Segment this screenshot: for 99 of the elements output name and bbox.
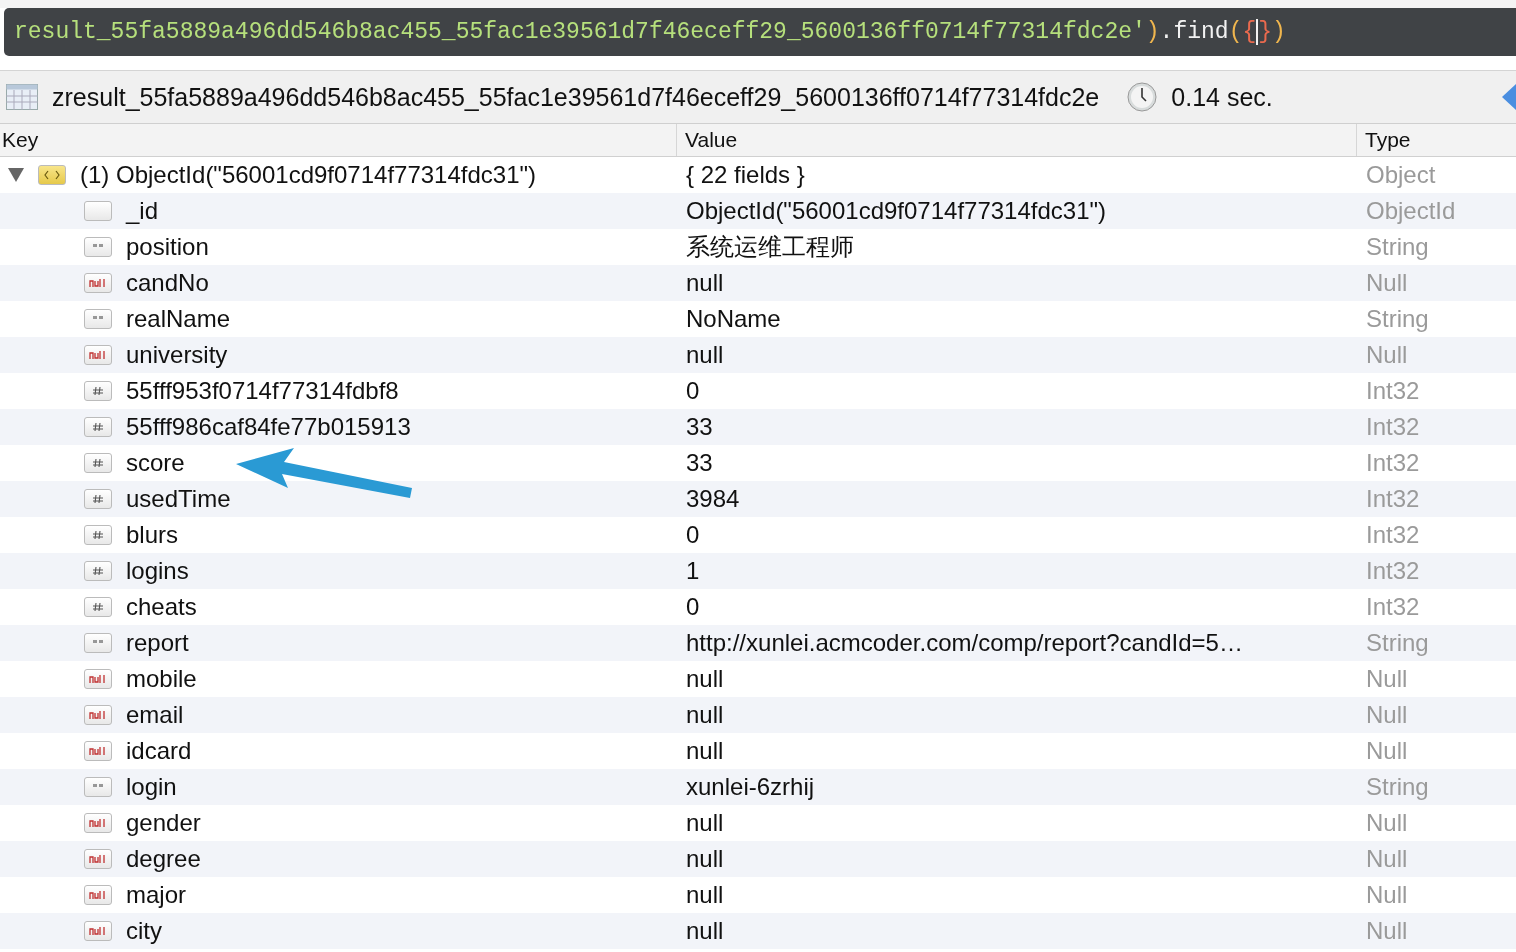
value-text: { 22 fields }: [686, 161, 805, 188]
query-time: 0.14 sec.: [1171, 82, 1273, 112]
type-text: Null: [1366, 341, 1408, 368]
quotes-icon: [84, 633, 112, 653]
type-text: Null: [1366, 917, 1408, 944]
value-text: null: [686, 269, 724, 296]
value-text: xunlei-6zrhij: [686, 773, 815, 800]
value-text: null: [686, 665, 724, 692]
key-text: city: [126, 917, 162, 945]
key-text: major: [126, 881, 186, 909]
null-icon: [84, 669, 112, 689]
value-text: 3984: [686, 485, 740, 512]
type-text: Null: [1366, 737, 1408, 764]
key-text: cheats: [126, 593, 197, 621]
hash-icon: [84, 417, 112, 437]
key-text: candNo: [126, 269, 209, 297]
key-text: idcard: [126, 737, 192, 765]
value-text: NoName: [686, 305, 781, 332]
expanded-triangle-icon[interactable]: [8, 168, 24, 182]
type-text: Null: [1366, 701, 1408, 728]
type-text: Int32: [1366, 449, 1420, 476]
type-text: Null: [1366, 665, 1408, 692]
quotes-icon: [84, 777, 112, 797]
value-text: 0: [686, 377, 700, 404]
quotes-icon: [84, 309, 112, 329]
hash-icon: [84, 561, 112, 581]
text-cursor: [1256, 19, 1259, 45]
value-text: 0: [686, 521, 700, 548]
type-text: String: [1366, 233, 1429, 260]
type-text: Object: [1366, 161, 1436, 188]
value-text: null: [686, 809, 724, 836]
column-header[interactable]: Type: [1356, 124, 1516, 156]
type-text: String: [1366, 305, 1429, 332]
key-text: realName: [126, 305, 231, 333]
value-text: ObjectId("56001cd9f0714f77314fdc31"): [686, 197, 1106, 224]
hash-icon: [84, 381, 112, 401]
type-text: Int32: [1366, 377, 1420, 404]
hash-icon: [84, 597, 112, 617]
arrow-left-icon[interactable]: [1502, 84, 1516, 110]
column-header[interactable]: Value: [676, 124, 1356, 156]
value-text: 33: [686, 413, 713, 440]
hash-icon: [84, 489, 112, 509]
key-text: report: [126, 629, 189, 657]
hash-icon: [84, 453, 112, 473]
key-text: usedTime: [126, 485, 231, 513]
key-text: score: [126, 449, 185, 477]
null-icon: [84, 885, 112, 905]
type-text: Int32: [1366, 593, 1420, 620]
type-text: Int32: [1366, 413, 1420, 440]
type-text: Null: [1366, 845, 1408, 872]
collection-name: zresult_55fa5889a496dd546b8ac455_55fac1e39561d7f46eceff29_5600136ff0714f77314fdc2e: [52, 82, 1100, 112]
value-text: null: [686, 917, 724, 944]
hash-icon: [84, 525, 112, 545]
key-text: login: [126, 773, 177, 801]
blank-icon: [84, 201, 112, 221]
type-text: Null: [1366, 809, 1408, 836]
key-text: gender: [126, 809, 201, 837]
key-text: mobile: [126, 665, 197, 693]
value-text: 系统运维工程师: [686, 233, 854, 260]
column-header[interactable]: Key: [0, 124, 676, 156]
key-text: degree: [126, 845, 201, 873]
key-text: 55fff986caf84fe77b015913: [126, 413, 411, 441]
null-icon: [84, 705, 112, 725]
key-text: university: [126, 341, 228, 369]
value-text: 33: [686, 449, 713, 476]
clock-icon: [1127, 82, 1158, 112]
key-text: _id: [126, 197, 159, 225]
key-text: email: [126, 701, 184, 729]
null-icon: [84, 273, 112, 293]
key-text: logins: [126, 557, 189, 585]
type-text: Null: [1366, 881, 1408, 908]
type-text: Int32: [1366, 521, 1420, 548]
quotes-icon: [84, 237, 112, 257]
value-text: null: [686, 845, 724, 872]
value-text: 1: [686, 557, 700, 584]
value-text: http://xunlei.acmcoder.com/comp/report?candId=5…: [686, 629, 1243, 656]
query-field[interactable]: result_55fa5889a496dd546b8ac455_55fac1e39561d7f46eceff29_5600136ff0714f77314fdc2e').find({}): [4, 8, 1516, 56]
type-text: Null: [1366, 269, 1408, 296]
value-text: null: [686, 341, 724, 368]
value-text: null: [686, 701, 724, 728]
key-text: 55fff953f0714f77314fdbf8: [126, 377, 399, 405]
null-icon: [84, 741, 112, 761]
type-text: String: [1366, 773, 1429, 800]
key-text: position: [126, 233, 209, 261]
value-text: null: [686, 737, 724, 764]
type-text: Int32: [1366, 557, 1420, 584]
null-icon: [84, 345, 112, 365]
table-icon: [6, 84, 38, 110]
key-text: (1) ObjectId("56001cd9f0714f77314fdc31"): [80, 161, 536, 189]
null-icon: [84, 849, 112, 869]
value-text: null: [686, 881, 724, 908]
type-text: String: [1366, 629, 1429, 656]
null-icon: [84, 921, 112, 941]
type-text: ObjectId: [1366, 197, 1456, 224]
value-text: 0: [686, 593, 700, 620]
type-text: Int32: [1366, 485, 1420, 512]
null-icon: [84, 813, 112, 833]
key-text: blurs: [126, 521, 179, 549]
object-icon: [38, 165, 66, 185]
